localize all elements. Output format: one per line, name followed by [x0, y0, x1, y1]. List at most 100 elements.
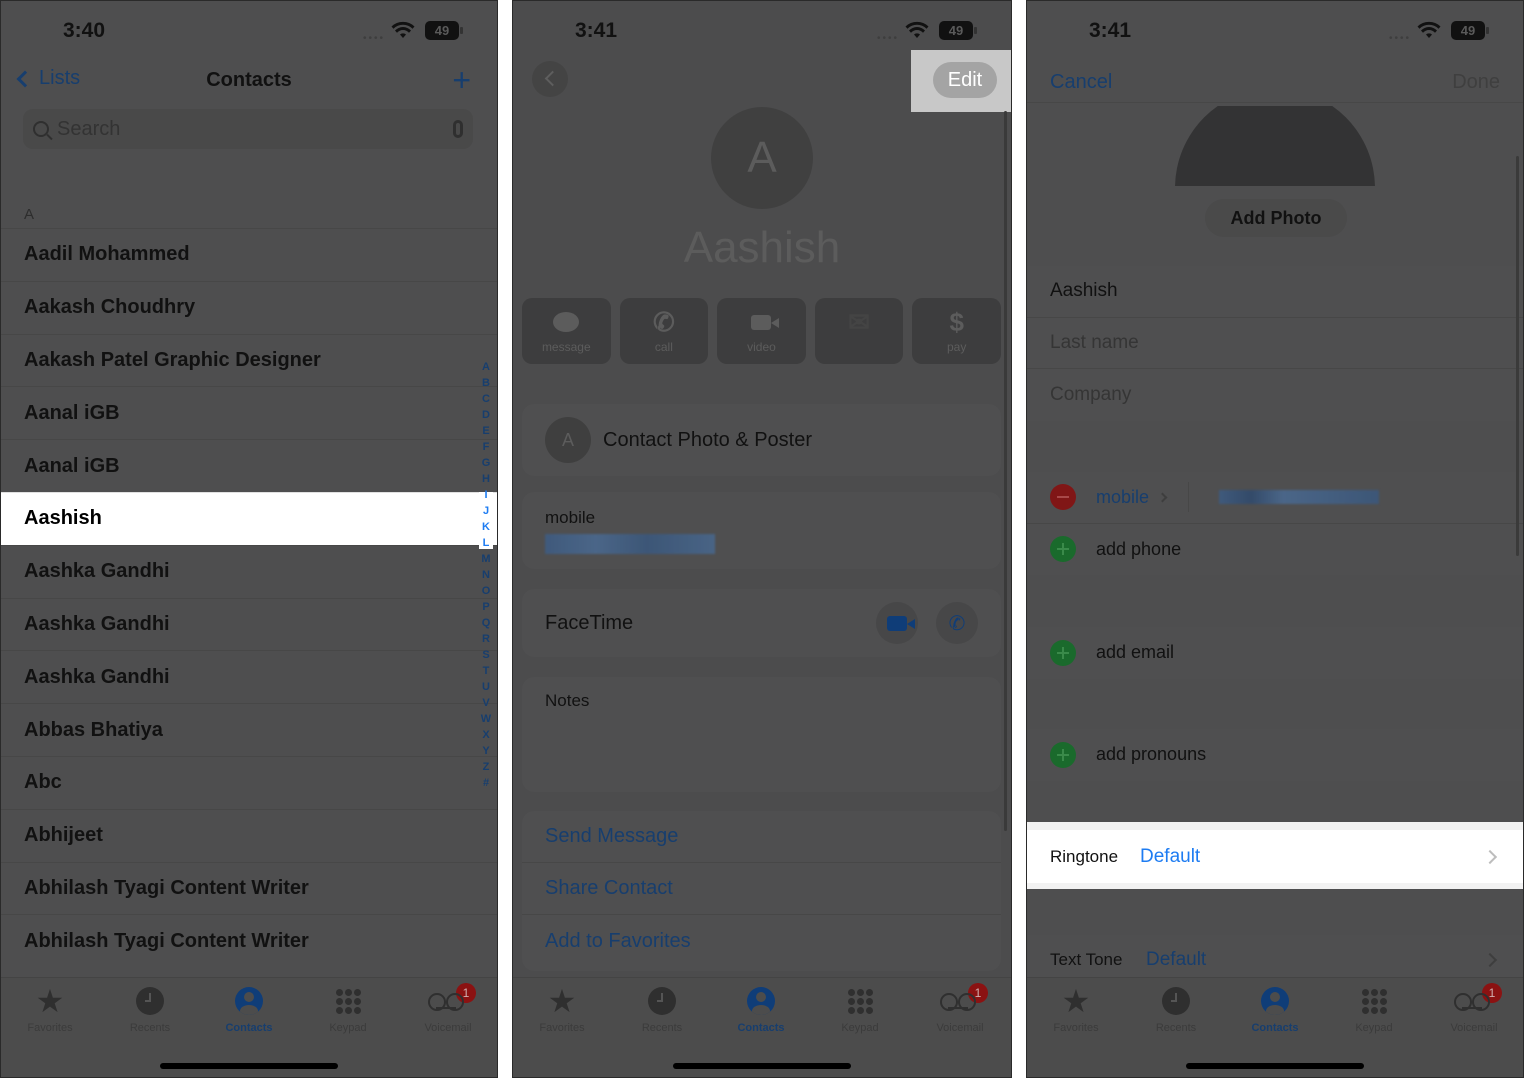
delete-phone-icon[interactable]	[1050, 484, 1076, 511]
contact-row[interactable]: Abhijeet	[1, 808, 497, 862]
index-letter[interactable]: D	[482, 407, 490, 423]
add-pronouns-label: add pronouns	[1096, 744, 1207, 765]
add-email-row[interactable]: add email	[1027, 627, 1523, 679]
contact-name: Aanal iGB	[24, 454, 120, 477]
done-button[interactable]: Done	[1452, 71, 1500, 94]
index-letter[interactable]: H	[482, 471, 490, 487]
tab-voicemail[interactable]: 1 Voicemail	[1429, 983, 1519, 1034]
message-action-button[interactable]: message	[522, 298, 611, 364]
share-contact-link[interactable]: Share Contact	[522, 863, 1001, 915]
add-photo-button[interactable]: Add Photo	[1205, 199, 1347, 237]
tab-voicemail[interactable]: 1 Voicemail	[403, 983, 493, 1034]
cancel-button[interactable]: Cancel	[1050, 71, 1112, 94]
facetime-video-button[interactable]	[876, 602, 918, 644]
add-icon	[1050, 536, 1076, 563]
tab-recents[interactable]: Recents	[617, 984, 707, 1034]
ringtone-row[interactable]: Ringtone Default	[1027, 822, 1523, 889]
edit-button[interactable]: Edit	[933, 62, 997, 98]
status-time: 3:40	[63, 19, 106, 42]
contact-row[interactable]: Aashka Gandhi	[1, 544, 497, 598]
index-letter[interactable]: G	[482, 455, 491, 471]
first-name-field[interactable]	[1050, 280, 1523, 303]
index-letter[interactable]: B	[482, 375, 490, 391]
add-contact-button[interactable]: +	[452, 64, 471, 96]
pay-action-button[interactable]: $ pay	[912, 298, 1001, 364]
contact-row[interactable]: Aashka Gandhi	[1, 597, 497, 651]
contact-row[interactable]: Abc	[1, 755, 497, 809]
redacted-phone-number[interactable]	[1219, 490, 1380, 505]
mail-action-button[interactable]: ✉	[814, 298, 904, 364]
company-field[interactable]	[1050, 383, 1523, 406]
contact-row[interactable]: Aakash Choudhry	[1, 280, 497, 334]
contact-row[interactable]: Abhilash Tyagi Content Writer	[1, 914, 497, 967]
mobile-number-card[interactable]: mobile	[522, 492, 1001, 569]
tab-contacts[interactable]: Contacts	[204, 984, 294, 1034]
tab-favorites[interactable]: ★ Favorites	[5, 984, 95, 1034]
contact-row[interactable]: Abbas Bhatiya	[1, 703, 497, 756]
contact-photo-poster-row[interactable]: A Contact Photo & Poster	[522, 404, 1001, 476]
index-letter[interactable]: K	[482, 519, 490, 535]
index-letter[interactable]: A	[482, 359, 490, 375]
contact-row[interactable]: Abhilash Tyagi Content Writer	[1, 861, 497, 915]
contact-row[interactable]: Aadil Mohammed	[1, 228, 497, 281]
photo-placeholder[interactable]	[1027, 106, 1523, 186]
index-letter[interactable]: C	[482, 391, 490, 407]
index-letter[interactable]: N	[482, 567, 490, 583]
index-letter[interactable]: S	[482, 647, 489, 663]
index-letter[interactable]: X	[482, 727, 489, 743]
back-button[interactable]	[532, 61, 568, 97]
tab-keypad[interactable]: Keypad	[303, 984, 393, 1034]
tab-recents[interactable]: Recents	[105, 984, 195, 1034]
index-letter[interactable]: T	[483, 663, 490, 679]
index-letter[interactable]: #	[483, 775, 489, 791]
tab-recents[interactable]: Recents	[1131, 984, 1221, 1034]
phone-type-selector[interactable]: mobile	[1096, 487, 1168, 508]
star-icon: ★	[547, 983, 577, 1019]
tab-voicemail[interactable]: 1 Voicemail	[915, 983, 1005, 1034]
index-letter[interactable]: F	[483, 439, 490, 455]
send-message-link[interactable]: Send Message	[522, 811, 1001, 863]
index-letter[interactable]: M	[481, 551, 490, 567]
contact-row[interactable]: Aanal iGB	[1, 439, 497, 492]
contact-row[interactable]: Aakash Patel Graphic Designer	[1, 333, 497, 387]
index-letter[interactable]: W	[481, 711, 491, 727]
index-letter[interactable]: Z	[483, 759, 490, 775]
add-pronouns-row[interactable]: add pronouns	[1027, 729, 1523, 781]
index-letter[interactable]: Q	[482, 615, 491, 631]
index-letter[interactable]: V	[482, 695, 489, 711]
contact-row[interactable]: Aashka Gandhi	[1, 650, 497, 703]
last-name-field[interactable]	[1050, 331, 1523, 354]
facetime-audio-button[interactable]: ✆	[936, 602, 978, 644]
mobile-label: mobile	[545, 508, 596, 527]
call-action-button[interactable]: ✆ call	[619, 298, 709, 364]
add-phone-row[interactable]: add phone	[1027, 524, 1523, 576]
add-to-favorites-link[interactable]: Add to Favorites	[522, 915, 1001, 967]
index-letter[interactable]: Y	[482, 743, 489, 759]
tab-contacts[interactable]: Contacts	[716, 984, 806, 1034]
index-letter[interactable]: O	[482, 583, 491, 599]
index-letter[interactable]: E	[482, 423, 489, 439]
tab-keypad[interactable]: Keypad	[815, 984, 905, 1034]
tab-favorites[interactable]: ★ Favorites	[1031, 984, 1121, 1034]
contact-row[interactable]: Aanal iGB	[1, 386, 497, 439]
index-letter[interactable]: J	[483, 503, 489, 519]
video-action-button[interactable]: video	[717, 298, 806, 364]
redacted-phone-number	[545, 534, 715, 554]
index-letter[interactable]: R	[482, 631, 490, 647]
tab-favorites[interactable]: ★ Favorites	[517, 984, 607, 1034]
search-bar[interactable]	[23, 109, 473, 149]
index-letter[interactable]: U	[482, 679, 490, 695]
tab-keypad[interactable]: Keypad	[1329, 984, 1419, 1034]
keypad-icon	[335, 988, 361, 1014]
notes-card[interactable]: Notes	[522, 677, 1001, 792]
scrollbar[interactable]	[1004, 111, 1007, 831]
tab-contacts[interactable]: Contacts	[1230, 984, 1320, 1034]
microphone-icon[interactable]	[453, 120, 463, 138]
index-letter[interactable]: I	[484, 487, 487, 503]
contact-row[interactable]: Aashish	[1, 491, 497, 545]
scrollbar[interactable]	[1516, 156, 1519, 556]
alphabet-index[interactable]: A B C D E F G H I J K L M N O P Q R S T U V W X Y Z #	[479, 359, 493, 791]
index-letter[interactable]: P	[482, 599, 489, 615]
index-letter[interactable]: L	[483, 535, 490, 551]
search-input[interactable]	[57, 117, 453, 141]
